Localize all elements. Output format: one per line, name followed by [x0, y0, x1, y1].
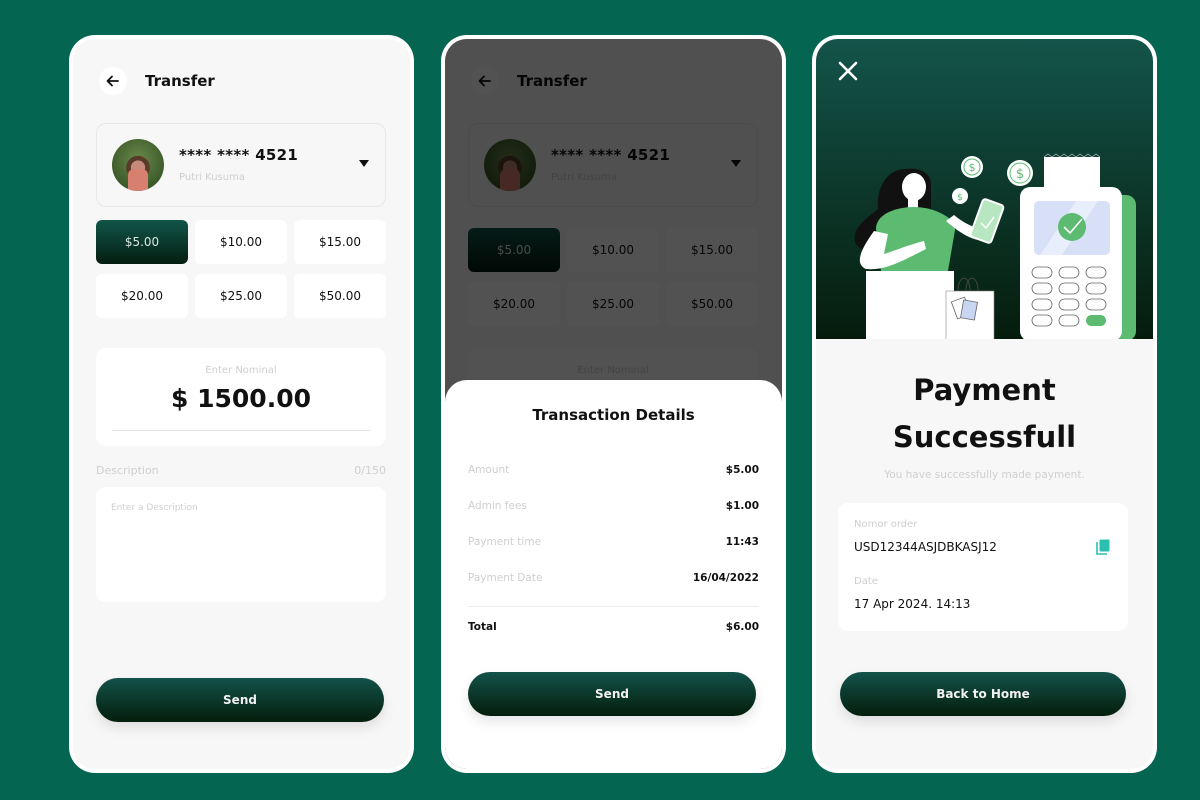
back-button[interactable]: [99, 67, 127, 95]
payment-success-screen: $ $ $ Payment Successfull You have succe…: [812, 35, 1157, 773]
detail-label: Amount: [468, 464, 510, 476]
description-header: Description 0/150: [96, 464, 386, 477]
detail-row: Payment time 11:43: [468, 536, 759, 548]
amount-option[interactable]: $20.00: [96, 274, 188, 318]
transaction-details-screen-body: Transfer **** **** 4521 Putri Kusuma $5.…: [445, 39, 782, 769]
nominal-underline: [112, 430, 370, 431]
account-number: **** **** 4521: [179, 146, 299, 164]
account-selector[interactable]: **** **** 4521 Putri Kusuma: [96, 123, 386, 207]
detail-value: $5.00: [725, 464, 759, 476]
svg-text:$: $: [969, 161, 976, 174]
description-placeholder: Enter a Description: [111, 503, 198, 513]
transfer-screen-body: Transfer **** **** 4521 Putri Kusuma $5.…: [73, 39, 410, 769]
send-button[interactable]: Send: [96, 678, 384, 722]
total-label: Total: [468, 621, 497, 633]
transaction-details-sheet: Transaction Details Amount $5.00 Admin f…: [445, 380, 782, 769]
transfer-screen: Transfer **** **** 4521 Putri Kusuma $5.…: [69, 35, 414, 773]
description-input[interactable]: Enter a Description: [96, 487, 386, 602]
nominal-label: Enter Nominal: [205, 365, 277, 376]
back-to-home-button[interactable]: Back to Home: [840, 672, 1126, 716]
payment-illustration: $ $ $: [854, 153, 1136, 339]
svg-text:$: $: [1016, 167, 1024, 182]
success-title-line2: Successfull: [892, 420, 1077, 454]
description-counter: 0/150: [354, 464, 386, 477]
avatar: [112, 139, 164, 191]
page-title: Transfer: [145, 72, 215, 90]
order-label: Nomor order: [854, 519, 918, 530]
order-info-card: Nomor order USD12344ASJDBKASJ12 Date 17 …: [838, 503, 1128, 631]
header: Transfer: [99, 67, 215, 95]
payment-success-screen-body: $ $ $ Payment Successfull You have succe…: [816, 39, 1153, 769]
coin-icon: $: [952, 188, 968, 204]
detail-row: Amount $5.00: [468, 464, 759, 476]
detail-label: Payment Date: [468, 572, 543, 584]
transaction-details-screen: Transfer **** **** 4521 Putri Kusuma $5.…: [441, 35, 786, 773]
total-row: Total $6.00: [468, 621, 759, 633]
arrow-left-icon: [106, 75, 119, 87]
date-value: 17 Apr 2024. 14:13: [854, 597, 971, 611]
send-button[interactable]: Send: [468, 672, 756, 716]
detail-row: Admin fees $1.00: [468, 500, 759, 512]
detail-value: 16/04/2022: [692, 572, 759, 584]
nominal-input[interactable]: Enter Nominal $ 1500.00: [96, 348, 386, 446]
description-label: Description: [96, 464, 159, 477]
copy-icon[interactable]: [1096, 539, 1110, 555]
detail-label: Admin fees: [468, 500, 527, 512]
coin-icon: $: [961, 156, 983, 178]
detail-label: Payment time: [468, 536, 542, 548]
hero-banner: $ $ $: [816, 39, 1153, 339]
svg-text:$: $: [957, 193, 963, 203]
success-subtitle: You have successfully made payment.: [884, 469, 1085, 481]
amount-option[interactable]: $5.00: [96, 220, 188, 264]
close-icon[interactable]: [836, 59, 860, 83]
amount-option[interactable]: $15.00: [294, 220, 386, 264]
caret-down-icon[interactable]: [359, 160, 369, 167]
date-label: Date: [854, 576, 878, 587]
nominal-value[interactable]: $ 1500.00: [96, 384, 386, 413]
coin-icon: $: [1007, 160, 1033, 186]
success-title-line1: Payment: [913, 373, 1056, 407]
total-value: $6.00: [725, 621, 759, 633]
order-value: USD12344ASJDBKASJ12: [854, 540, 997, 554]
amount-option[interactable]: $25.00: [195, 274, 287, 318]
detail-value: $1.00: [725, 500, 759, 512]
detail-value: 11:43: [725, 536, 759, 548]
amount-option[interactable]: $50.00: [294, 274, 386, 318]
amount-option[interactable]: $10.00: [195, 220, 287, 264]
detail-row: Payment Date 16/04/2022: [468, 572, 759, 584]
account-name: Putri Kusuma: [179, 172, 245, 183]
sheet-title: Transaction Details: [532, 406, 695, 424]
amount-options: $5.00 $10.00 $15.00 $20.00 $25.00 $50.00: [96, 220, 386, 318]
divider: [468, 606, 759, 607]
success-title: Payment Successfull: [816, 367, 1153, 461]
